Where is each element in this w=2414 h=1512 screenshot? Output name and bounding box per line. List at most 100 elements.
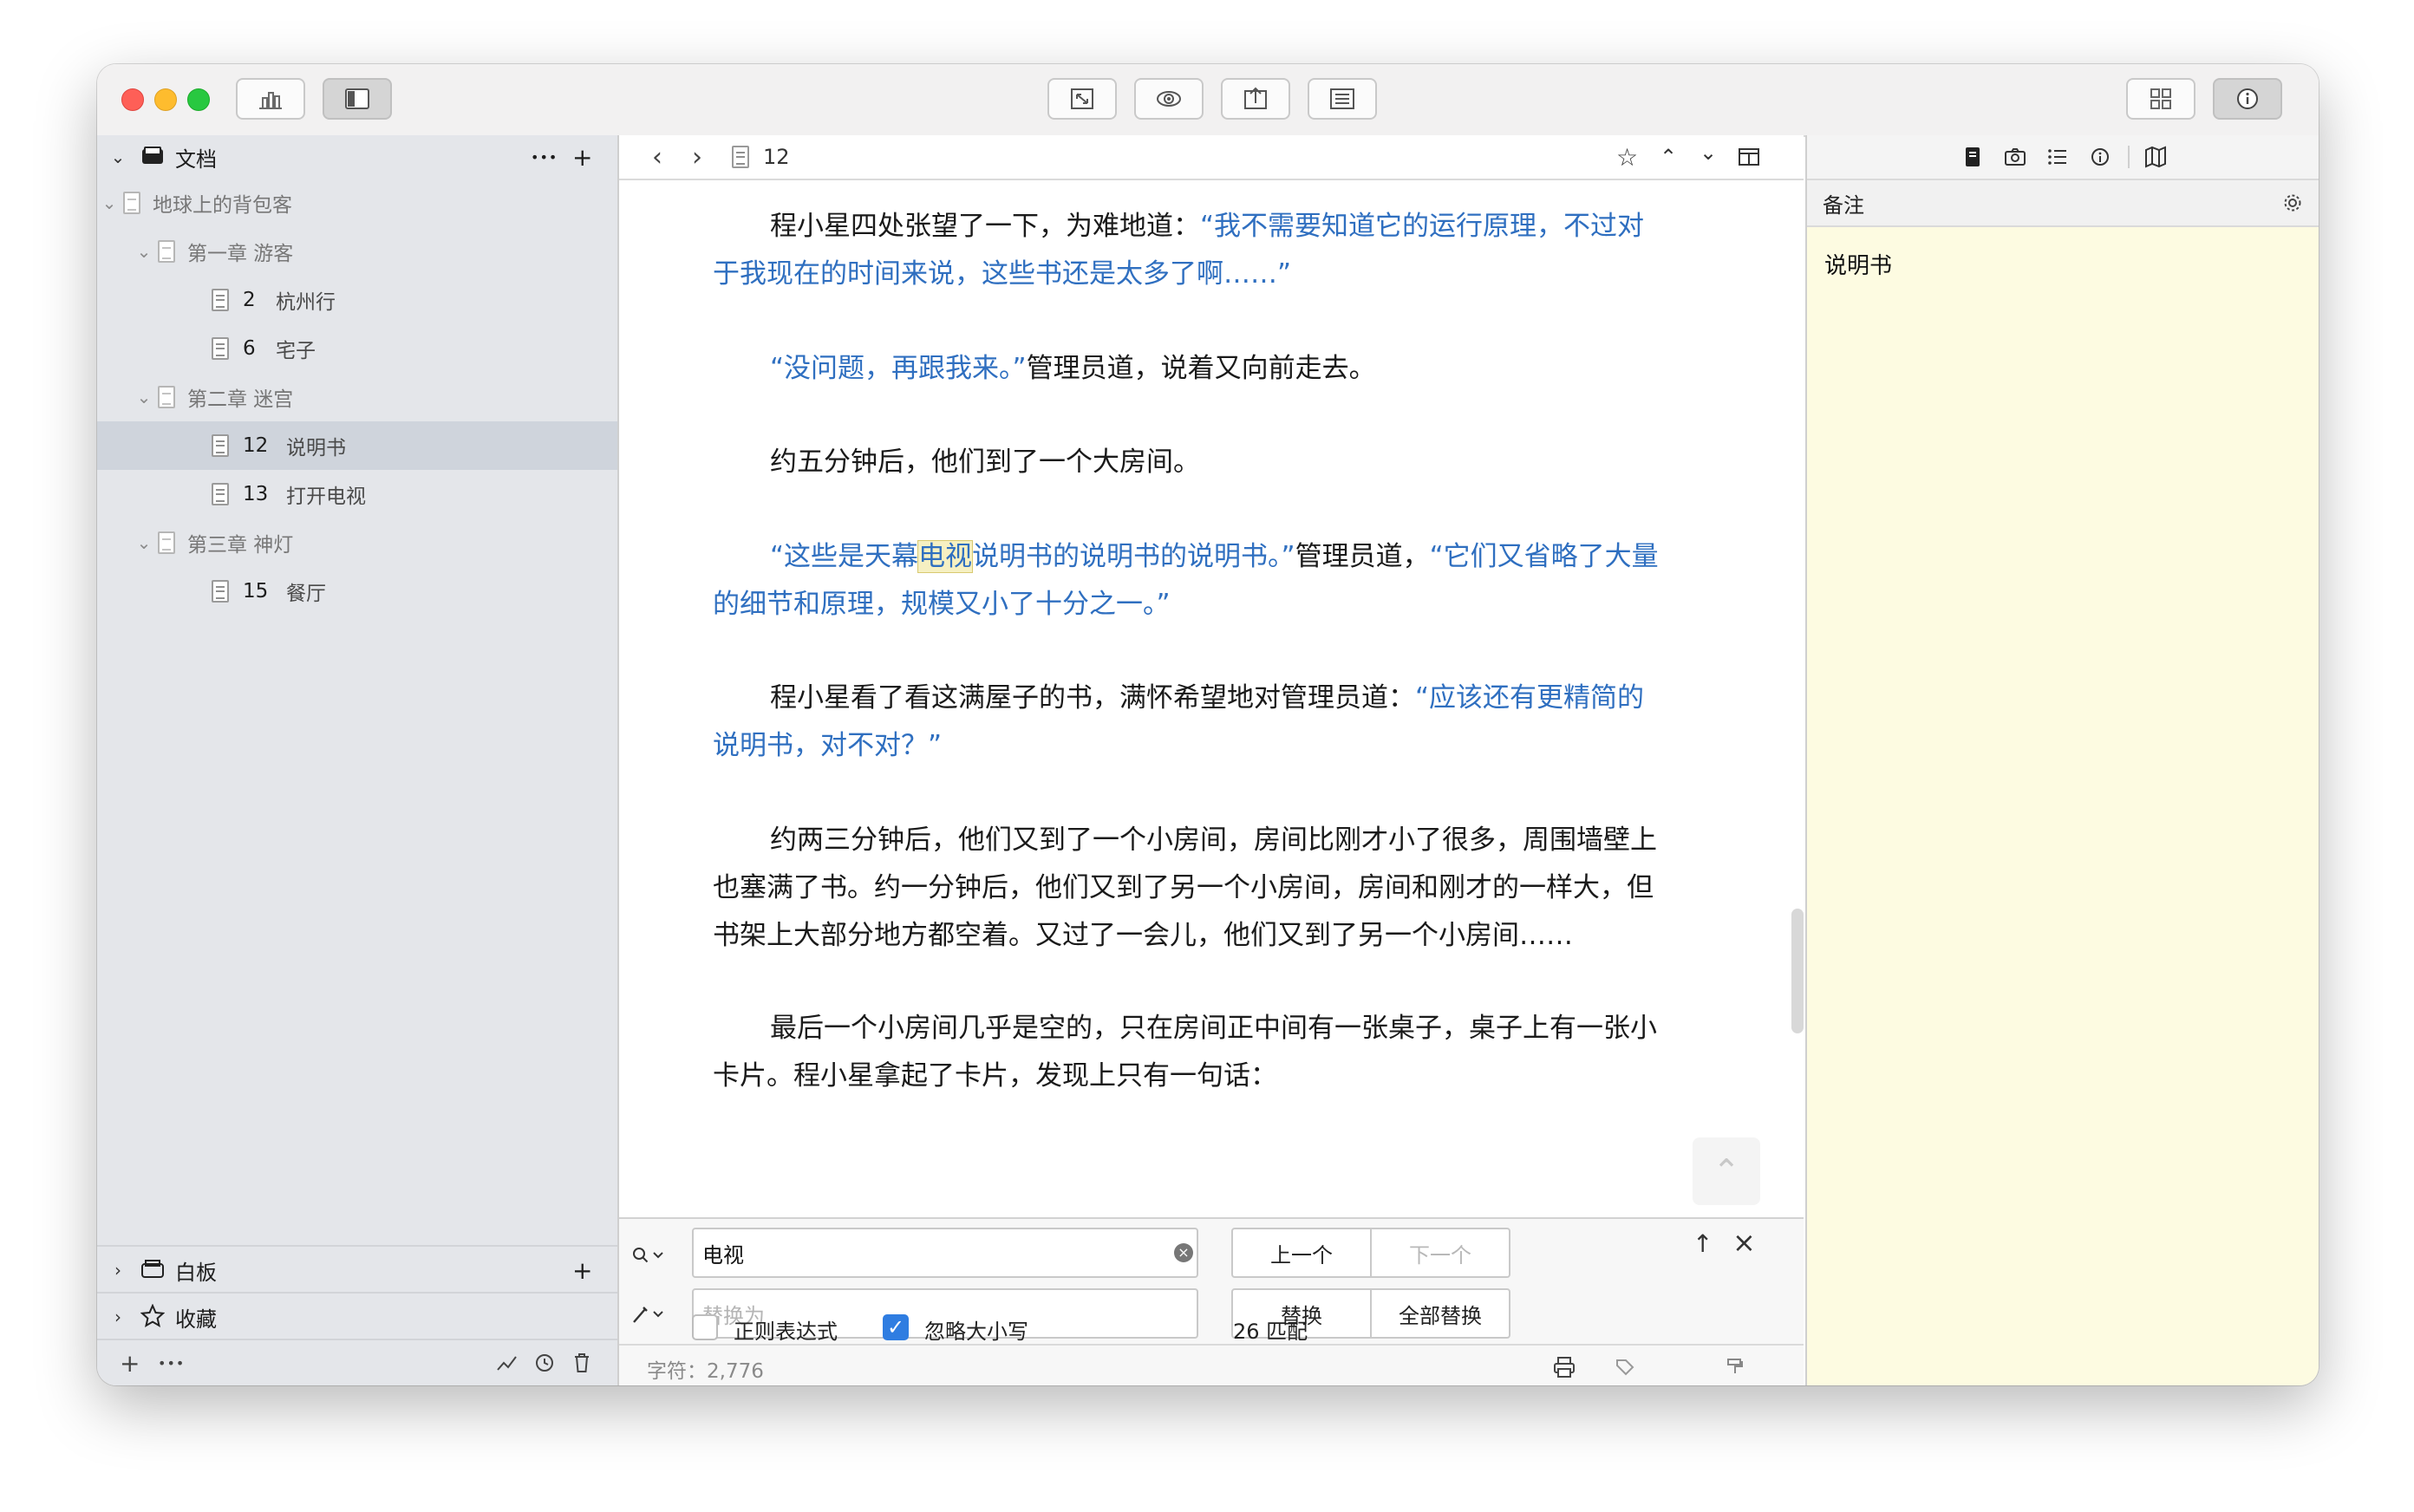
zoom-window-button[interactable]	[187, 88, 210, 111]
regex-checkbox[interactable]	[692, 1314, 718, 1340]
favorites-section[interactable]: › 收藏	[97, 1292, 617, 1340]
next-doc-icon[interactable]: ⌄	[1700, 140, 1717, 165]
search-match-highlight: 电视	[917, 540, 974, 573]
text-editor[interactable]: 程小星四处张望了一下，为难地道：“我不需要知道它的运行原理，不过对于我现在的时间…	[619, 180, 1804, 1217]
clock-icon[interactable]	[534, 1352, 555, 1373]
chevron-up-icon: ⌃	[1713, 1152, 1740, 1190]
list-icon[interactable]	[2046, 147, 2069, 167]
binder: ⌄ 文档 ••• + ⌄ 地球上的背包客 ⌄ 第一章 游客 2 杭州行 6 宅子	[97, 135, 619, 1385]
compile-button[interactable]	[1221, 78, 1290, 120]
folder-doc-icon	[158, 240, 175, 263]
paragraph: 程小星看了看这满屋子的书，满怀希望地对管理员道：“应该还有更精简的说明书，对不对…	[713, 675, 1667, 770]
more-icon[interactable]: •••	[531, 149, 558, 166]
document-title: 12	[763, 145, 790, 169]
tree-item-doc-2[interactable]: 2 杭州行	[97, 276, 617, 324]
next-match-label: 下一个	[1409, 1242, 1471, 1268]
forward-arrow-icon[interactable]: ›	[692, 142, 702, 173]
add-icon[interactable]: +	[572, 143, 592, 172]
tree-item-chapter-2[interactable]: ⌄ 第二章 迷宫	[97, 373, 617, 421]
previous-match-button[interactable]: 上一个	[1231, 1228, 1372, 1278]
whiteboard-section[interactable]: › 白板 +	[97, 1245, 617, 1294]
camera-icon[interactable]	[2003, 147, 2027, 167]
split-view-icon[interactable]	[1738, 147, 1760, 167]
notebook-icon[interactable]	[1963, 146, 1982, 168]
toggle-inspector-button[interactable]	[2213, 78, 2282, 120]
info-icon	[2237, 88, 2258, 109]
tree-item-chapter-3[interactable]: ⌄ 第三章 神灯	[97, 518, 617, 567]
eye-icon	[1157, 91, 1181, 107]
notes-text-area[interactable]: 说明书	[1824, 248, 1892, 280]
tree-item-label: 餐厅	[286, 583, 326, 605]
arrow-up-icon[interactable]: ↑	[1693, 1229, 1713, 1258]
replace-all-button[interactable]: 全部替换	[1370, 1288, 1510, 1339]
inspector-tabs	[1807, 135, 2319, 180]
paragraph: 最后一个小房间几乎是空的，只在房间正中间有一张桌子，桌子上有一张小卡片。程小星拿…	[713, 1005, 1667, 1100]
chevron-right-icon: ›	[114, 1260, 121, 1281]
search-input[interactable]: 电视	[692, 1228, 1198, 1278]
trend-chart-icon[interactable]	[496, 1352, 519, 1373]
gear-icon[interactable]	[2282, 192, 2303, 213]
tree-item-doc-13[interactable]: 13 打开电视	[97, 470, 617, 518]
tree-item-number: 12	[243, 434, 269, 457]
share-icon	[1244, 87, 1267, 109]
text-doc-icon	[212, 434, 229, 457]
chevron-down-icon: ⌄	[136, 387, 152, 407]
character-count: 字符：2,776	[647, 1360, 764, 1383]
binder-footer: + •••	[97, 1339, 617, 1385]
find-replace-bar: 电视 × 替换为 上一个 下一个 替换 全部替换 ↑ × 正则表达式 ✓ 忽略大…	[619, 1217, 1804, 1346]
notes-header: 备注	[1807, 180, 2319, 227]
bar-chart-icon	[259, 92, 282, 109]
tree-item-number: 6	[243, 337, 256, 360]
document-lines-icon	[1330, 88, 1354, 109]
narration-text: 约五分钟后，他们到了一个大房间。	[770, 446, 1200, 478]
tree-item-root[interactable]: ⌄ 地球上的背包客	[97, 179, 617, 227]
bookmark-star-icon[interactable]: ☆	[1616, 143, 1638, 172]
editor-header: ‹ › 12 ☆ ⌃ ⌄	[619, 135, 1804, 180]
paragraph: “没问题，再跟我来。”管理员道，说着又向前走去。	[713, 345, 1667, 393]
clear-search-icon[interactable]: ×	[1174, 1243, 1193, 1262]
info-icon[interactable]	[2090, 147, 2111, 167]
expand-icon	[1071, 88, 1093, 109]
trash-icon[interactable]	[572, 1352, 591, 1374]
add-icon[interactable]: +	[120, 1349, 140, 1378]
ignore-case-checkbox[interactable]: ✓	[883, 1314, 909, 1340]
star-icon	[140, 1304, 165, 1328]
tree-item-doc-6[interactable]: 6 宅子	[97, 324, 617, 373]
tree-item-label: 第二章 迷宫	[187, 388, 294, 411]
close-window-button[interactable]	[121, 88, 144, 111]
chevron-down-icon[interactable]: ⌄	[109, 147, 127, 167]
minimize-window-button[interactable]	[154, 88, 177, 111]
tree-item-doc-12[interactable]: 12 说明书	[97, 421, 617, 470]
previous-doc-icon[interactable]: ⌃	[1660, 145, 1677, 169]
add-icon[interactable]: +	[572, 1256, 592, 1285]
tree-item-number: 13	[243, 483, 269, 505]
map-icon[interactable]	[2143, 146, 2168, 168]
chevron-down-icon: ⌄	[136, 532, 152, 553]
chevron-down-icon: ⌄	[136, 241, 152, 262]
tag-icon[interactable]	[1615, 1358, 1635, 1377]
drafts-box-icon	[142, 147, 163, 164]
tree-item-label: 第一章 游客	[187, 243, 294, 265]
narration-text: 管理员道，	[1295, 541, 1430, 572]
tree-item-doc-15[interactable]: 15 餐厅	[97, 567, 617, 616]
text-view-button[interactable]	[1308, 78, 1377, 120]
scroll-to-top-button[interactable]: ⌃	[1693, 1137, 1760, 1205]
editor-scrollbar[interactable]	[1791, 909, 1804, 1033]
composition-mode-button[interactable]	[1047, 78, 1117, 120]
more-icon[interactable]: •••	[158, 1355, 185, 1372]
print-icon[interactable]	[1552, 1356, 1576, 1378]
back-arrow-icon[interactable]: ‹	[652, 142, 662, 173]
quicklook-button[interactable]	[1134, 78, 1204, 120]
toggle-binder-button[interactable]	[323, 78, 392, 120]
tree-item-chapter-1[interactable]: ⌄ 第一章 游客	[97, 227, 617, 276]
grid-icon	[2150, 88, 2171, 109]
project-targets-button[interactable]	[236, 78, 305, 120]
close-find-icon[interactable]: ×	[1732, 1226, 1756, 1259]
paint-roller-icon[interactable]	[1726, 1357, 1745, 1376]
next-match-button[interactable]: 下一个	[1370, 1228, 1510, 1278]
replace-options-icon[interactable]	[631, 1304, 666, 1325]
folder-doc-icon	[158, 531, 175, 554]
search-options-icon[interactable]	[631, 1245, 666, 1266]
tree-item-label: 宅子	[276, 340, 316, 362]
view-mode-button[interactable]	[2126, 78, 2195, 120]
